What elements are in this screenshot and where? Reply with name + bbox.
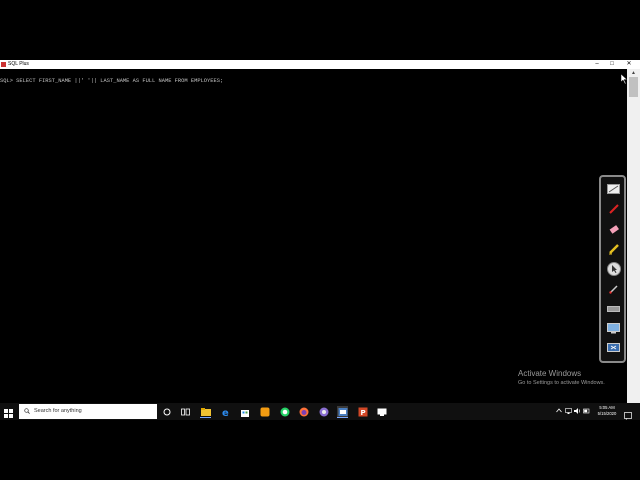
- red-pen-icon[interactable]: [605, 200, 622, 217]
- eraser-icon[interactable]: [605, 220, 622, 237]
- task-view-icon[interactable]: [180, 406, 191, 417]
- clear-icon[interactable]: [605, 300, 622, 317]
- console-command-line: SQL> SELECT FIRST_NAME ||' '|| LAST_NAME…: [0, 78, 224, 84]
- sqlplus-window: SQL Plus – □ ✕ SQL> SELECT FIRST_NAME ||…: [0, 60, 640, 403]
- network-icon[interactable]: [565, 408, 572, 416]
- whiteboard-icon[interactable]: [605, 180, 622, 197]
- volume-icon[interactable]: [574, 408, 581, 416]
- annotation-toolbar: [599, 175, 626, 363]
- svg-text:e: e: [222, 408, 229, 417]
- sqlplus-icon[interactable]: [337, 406, 348, 418]
- folder-icon[interactable]: [259, 406, 270, 417]
- clock-date: 5/15/2020: [597, 411, 617, 416]
- vertical-scrollbar[interactable]: ▲: [627, 69, 640, 403]
- search-placeholder: Search for anything: [34, 408, 82, 414]
- browser-icon[interactable]: [318, 406, 329, 417]
- highlighter-icon[interactable]: [605, 240, 622, 257]
- taskbar-clock[interactable]: 5:05 AM 5/15/2020: [592, 405, 622, 417]
- pointer-icon[interactable]: [605, 260, 622, 277]
- powerpoint-icon[interactable]: P: [357, 406, 368, 417]
- chevron-up-icon[interactable]: [556, 408, 562, 415]
- maximize-button[interactable]: □: [605, 60, 619, 69]
- firefox-icon[interactable]: [298, 406, 309, 417]
- battery-icon[interactable]: [583, 408, 590, 416]
- edge-icon[interactable]: e: [220, 406, 231, 417]
- windows-start-icon[interactable]: [3, 406, 14, 418]
- close-button[interactable]: ✕: [622, 60, 636, 69]
- title-bar[interactable]: SQL Plus – □ ✕: [0, 60, 640, 69]
- letterbox-bottom: [0, 420, 640, 480]
- cortana-icon[interactable]: [161, 406, 172, 417]
- scroll-thumb[interactable]: [629, 77, 638, 97]
- exit-icon[interactable]: [605, 340, 622, 357]
- sqlplus-app-icon: [1, 62, 6, 67]
- screen-capture-icon[interactable]: [605, 320, 622, 337]
- taskbar-search-box[interactable]: Search for anything: [19, 404, 157, 419]
- activate-subtitle: Go to Settings to activate Windows.: [518, 380, 605, 386]
- taskbar: Search for anything e P 5:05 AM 5/15/202…: [0, 403, 640, 420]
- store-icon[interactable]: [239, 406, 250, 417]
- letterbox-top: [0, 0, 640, 60]
- search-icon: [24, 408, 30, 414]
- app-icon[interactable]: [376, 406, 387, 417]
- window-title: SQL Plus: [8, 61, 29, 67]
- console-area[interactable]: SQL> SELECT FIRST_NAME ||' '|| LAST_NAME…: [0, 69, 627, 403]
- minimize-button[interactable]: –: [590, 60, 604, 69]
- whatsapp-icon[interactable]: [279, 406, 290, 417]
- svg-text:P: P: [360, 409, 365, 417]
- activate-windows-watermark: Activate Windows Go to Settings to activ…: [518, 369, 605, 387]
- file-explorer-icon[interactable]: [200, 406, 211, 418]
- activate-title: Activate Windows: [518, 369, 582, 378]
- laser-pen-icon[interactable]: [605, 280, 622, 297]
- scroll-up-arrow-icon[interactable]: ▲: [627, 69, 640, 77]
- notifications-icon[interactable]: [624, 407, 632, 420]
